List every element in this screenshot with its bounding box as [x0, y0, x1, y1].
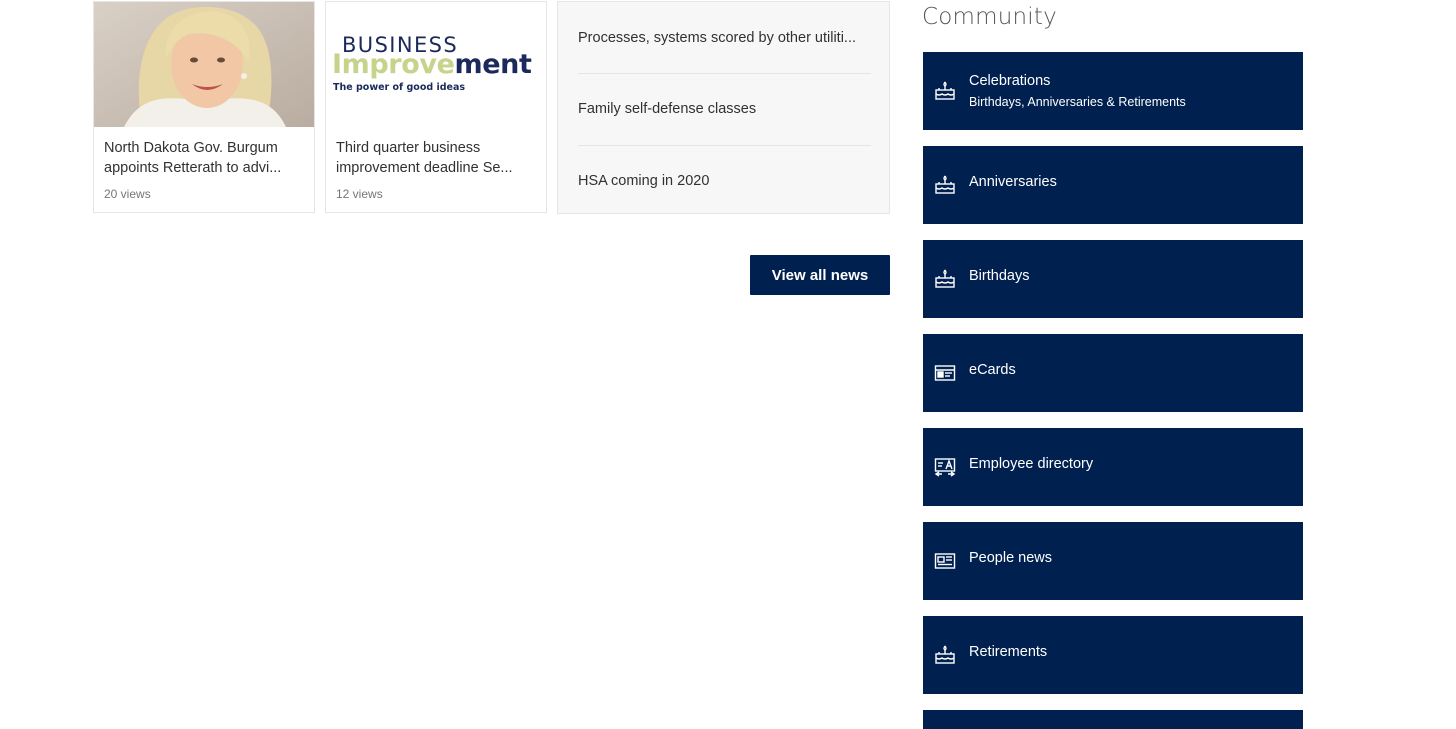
directory-icon — [934, 456, 956, 478]
tile-celebrations[interactable]: Celebrations Birthdays, Anniversaries & … — [923, 52, 1303, 130]
tile-label: Celebrations — [969, 73, 1051, 89]
business-improvement-logo: BUSINESS Improvement The power of good i… — [326, 2, 546, 127]
news-card-views: 20 views — [104, 187, 151, 201]
cake-icon — [934, 174, 956, 196]
tile-partial[interactable] — [923, 710, 1303, 729]
news-card-views: 12 views — [336, 187, 383, 201]
cake-icon — [934, 80, 956, 102]
news-thumbnail-portrait — [94, 2, 314, 127]
ecard-icon — [934, 362, 956, 384]
tile-sublabel: Birthdays, Anniversaries & Retirements — [969, 95, 1186, 109]
news-headline-list: Processes, systems scored by other utili… — [557, 1, 890, 214]
news-card[interactable]: North Dakota Gov. Burgum appoints Retter… — [93, 1, 315, 213]
cake-icon — [934, 268, 956, 290]
news-card-title[interactable]: North Dakota Gov. Burgum appoints Retter… — [104, 138, 304, 178]
tile-ecards[interactable]: eCards — [923, 334, 1303, 412]
tile-label: eCards — [969, 362, 1016, 378]
headline-link[interactable]: HSA coming in 2020 — [578, 145, 871, 217]
community-heading: Community — [922, 4, 1057, 30]
logo-word-improvement: Improvement — [332, 49, 532, 80]
tile-label: Employee directory — [969, 456, 1094, 472]
tile-people-news[interactable]: People news — [923, 522, 1303, 600]
tile-birthdays[interactable]: Birthdays — [923, 240, 1303, 318]
news-card[interactable]: BUSINESS Improvement The power of good i… — [325, 1, 547, 213]
tile-employee-directory[interactable]: Employee directory — [923, 428, 1303, 506]
view-all-news-button[interactable]: View all news — [750, 255, 890, 295]
logo-tagline: The power of good ideas — [333, 82, 466, 93]
tile-label: Retirements — [969, 644, 1048, 660]
cake-icon — [934, 644, 956, 666]
news-card-title[interactable]: Third quarter business improvement deadl… — [336, 138, 536, 178]
tile-anniversaries[interactable]: Anniversaries — [923, 146, 1303, 224]
tile-retirements[interactable]: Retirements — [923, 616, 1303, 694]
tile-label: Birthdays — [969, 268, 1030, 284]
tile-label: People news — [969, 550, 1053, 566]
newspaper-icon — [934, 550, 956, 572]
headline-link[interactable]: Family self-defense classes — [578, 73, 871, 145]
tile-label: Anniversaries — [969, 174, 1057, 190]
headline-link[interactable]: Processes, systems scored by other utili… — [578, 2, 871, 74]
